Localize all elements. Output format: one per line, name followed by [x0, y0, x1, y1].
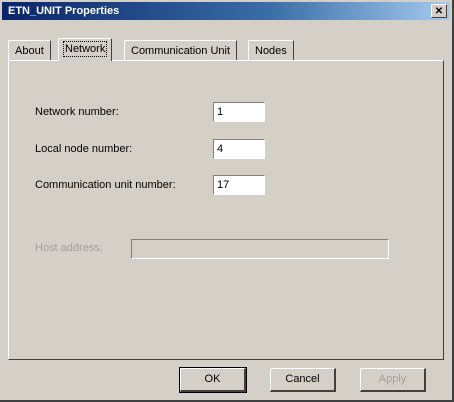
- host-address-input: [131, 239, 389, 259]
- window-title: ETN_UNIT Properties: [8, 5, 120, 17]
- tab-communication-unit[interactable]: Communication Unit: [124, 40, 238, 60]
- local-node-number-input[interactable]: [213, 139, 265, 159]
- communication-unit-number-input[interactable]: [213, 175, 265, 195]
- communication-unit-number-label: Communication unit number:: [35, 179, 176, 191]
- properties-dialog: ETN_UNIT Properties ✕ About Network Comm…: [0, 0, 454, 402]
- network-panel: Network number: Local node number: Commu…: [8, 60, 444, 360]
- local-node-number-label: Local node number:: [35, 143, 133, 155]
- network-number-input[interactable]: [213, 102, 265, 122]
- tab-about[interactable]: About: [8, 40, 51, 60]
- cancel-button[interactable]: Cancel: [270, 368, 336, 392]
- tab-nodes[interactable]: Nodes: [248, 40, 294, 60]
- apply-button: Apply: [360, 368, 426, 392]
- title-bar[interactable]: ETN_UNIT Properties ✕: [2, 2, 450, 20]
- tab-network[interactable]: Network: [58, 38, 113, 61]
- host-address-label: Host address:: [35, 242, 103, 254]
- close-icon[interactable]: ✕: [431, 4, 447, 18]
- ok-button[interactable]: OK: [179, 367, 247, 393]
- network-number-label: Network number:: [35, 106, 119, 118]
